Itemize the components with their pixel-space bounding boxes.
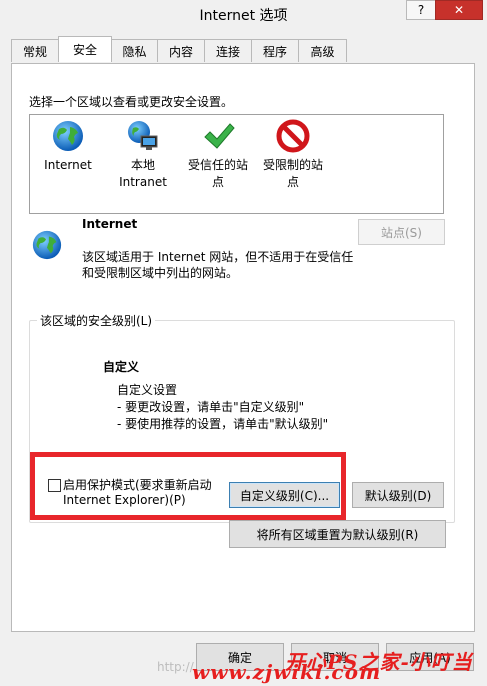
help-icon: ? [417,3,425,17]
level-title: 自定义 [103,360,140,374]
security-level-label: 该区域的安全级别(L) [37,312,156,329]
protected-mode-checkbox[interactable] [48,479,61,492]
tab-content[interactable]: 内容 [157,39,205,62]
globe-icon [51,119,85,153]
zone-list: Internet 本地 Intranet 受信任的站 点 受限制的站 点 [29,114,444,214]
close-button[interactable]: ✕ [435,0,483,20]
zone-restricted-sites[interactable]: 受限制的站 点 [258,119,328,191]
level-desc-2: - 要更改设置，请单击"自定义级别" [117,400,305,414]
custom-level-button[interactable]: 自定义级别(C)... [229,482,340,508]
zone-local-intranet[interactable]: 本地 Intranet [108,119,178,191]
tab-advanced[interactable]: 高级 [298,39,347,62]
globe-icon [32,230,62,260]
reset-all-zones-button[interactable]: 将所有区域重置为默认级别(R) [229,520,446,548]
protected-mode-label-1: 启用保护模式(要求重新启动 [63,478,212,492]
help-button[interactable]: ? [406,0,436,20]
level-desc-3: - 要使用推荐的设置，请单击"默认级别" [117,417,329,431]
selected-zone-desc-2: 和受限制区域中列出的网站。 [82,266,239,280]
internet-options-window: Internet 选项 ? ✕ 常规 安全 隐私 内容 连接 程序 高级 选择一… [0,0,487,686]
tab-programs[interactable]: 程序 [251,39,299,62]
tab-privacy[interactable]: 隐私 [111,39,158,62]
check-icon [201,119,235,153]
zone-trusted-sites[interactable]: 受信任的站 点 [183,119,253,191]
watermark-faint-url: http:// [157,660,194,674]
level-desc-1: 自定义设置 [117,383,178,397]
tab-security[interactable]: 安全 [58,36,112,62]
restricted-icon [276,119,310,153]
default-level-button[interactable]: 默认级别(D) [352,482,444,508]
watermark-site: www.zjwiki.com [192,660,382,684]
sites-button[interactable]: 站点(S) [358,219,445,245]
zone-internet[interactable]: Internet [33,119,103,174]
zone-prompt: 选择一个区域以查看或更改安全设置。 [29,95,234,109]
selected-zone-desc-1: 该区域适用于 Internet 网站，但不适用于在受信任 [82,250,354,264]
tab-connections[interactable]: 连接 [204,39,252,62]
close-icon: ✕ [453,3,465,17]
selected-zone-title: Internet [82,217,138,231]
protected-mode-label-2: Internet Explorer)(P) [63,493,186,507]
selected-zone-icon [31,229,63,264]
tab-general[interactable]: 常规 [11,39,59,62]
intranet-icon [126,119,160,153]
title-bar: Internet 选项 ? ✕ [0,0,487,30]
